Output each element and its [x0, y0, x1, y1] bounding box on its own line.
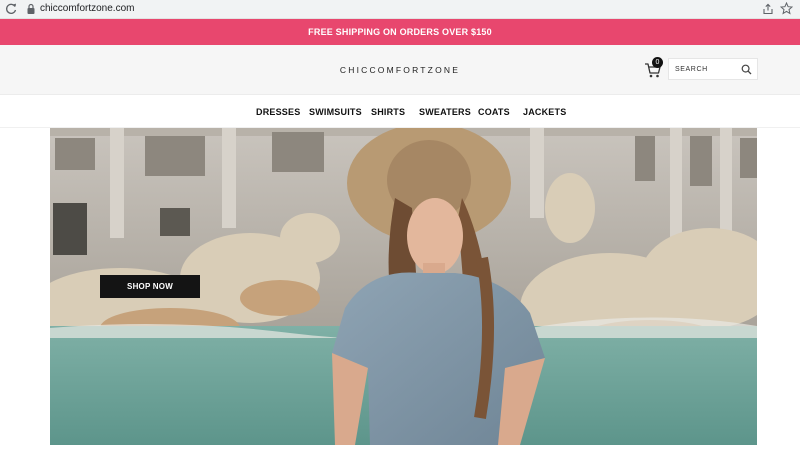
nav-item-dresses[interactable]: DRESSES [256, 107, 300, 117]
cart-count-badge[interactable]: 0 [652, 57, 663, 68]
search-box[interactable] [668, 58, 758, 80]
shop-now-button[interactable]: SHOP NOW [100, 275, 200, 298]
nav-item-sweaters[interactable]: SWEATERS [419, 107, 471, 117]
hero-banner[interactable]: SHOP NOW [50, 128, 757, 445]
share-icon[interactable] [762, 3, 774, 15]
browser-toolbar: chiccomfortzone.com [0, 0, 800, 19]
search-icon[interactable] [741, 64, 752, 75]
reload-icon[interactable] [4, 2, 18, 16]
url-text[interactable]: chiccomfortzone.com [40, 3, 134, 15]
nav-item-coats[interactable]: COATS [478, 107, 510, 117]
nav-item-jackets[interactable]: JACKETS [523, 107, 566, 117]
nav-item-shirts[interactable]: SHIRTS [371, 107, 405, 117]
announcement-bar: FREE SHIPPING ON ORDERS OVER $150 [0, 19, 800, 45]
main-nav: DRESSES SWIMSUITS SHIRTS SWEATERS COATS … [0, 96, 800, 128]
lock-icon[interactable] [26, 3, 36, 15]
star-icon[interactable] [780, 2, 793, 15]
announcement-text: FREE SHIPPING ON ORDERS OVER $150 [308, 27, 492, 37]
search-input[interactable] [675, 62, 737, 77]
nav-item-swimsuits[interactable]: SWIMSUITS [309, 107, 362, 117]
address-bar[interactable] [20, 1, 798, 18]
site-header: CHICCOMFORTZONE 0 [0, 45, 800, 95]
